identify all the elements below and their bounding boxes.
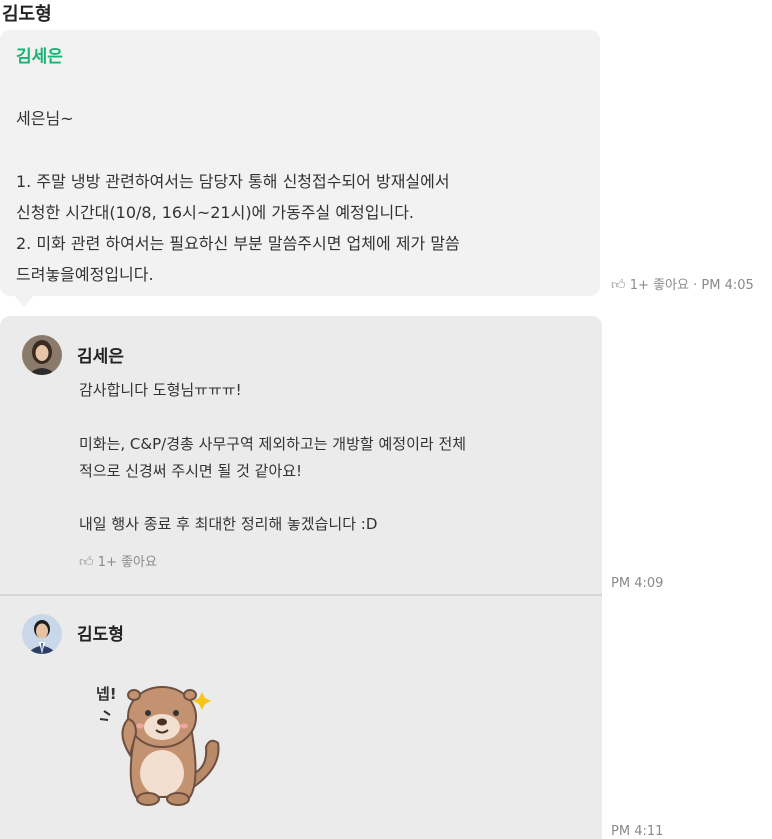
otter-sticker: 넵!	[90, 671, 230, 816]
message-line: 드려놓을예정입니다.	[16, 265, 154, 284]
reply-sender-name[interactable]: 김도형	[77, 620, 124, 645]
reply-line: 미화는, C&P/경총 사무구역 제외하고는 개방할 예정이라 전체	[79, 435, 467, 453]
sticker-text: 넵!	[96, 685, 117, 703]
message-line: 세은님~	[16, 109, 74, 128]
reply-thread: 김세은 감사합니다 도형님ㅠㅠㅠ! 미화는, C&P/경총 사무구역 제외하고는…	[0, 316, 602, 839]
message-bubble[interactable]: 김세은 세은님~ 1. 주말 냉방 관련하여서는 담당자 통해 신청접수되어 방…	[0, 30, 600, 296]
reply-reaction[interactable]: 👍︎ 1+ 좋아요	[79, 551, 157, 570]
reply-line: 내일 행사 종료 후 최대한 정리해 놓겠습니다 :D	[79, 515, 378, 533]
thumbs-up-icon[interactable]: 👍︎	[79, 554, 94, 570]
reply-line: 감사합니다 도형님ㅠㅠㅠ!	[79, 381, 242, 399]
avatar[interactable]	[22, 614, 62, 654]
bubble-tail	[14, 295, 34, 307]
reply-time: PM 4:09	[611, 576, 664, 591]
reply-time: PM 4:11	[611, 824, 664, 839]
message-time: PM 4:05	[701, 278, 754, 293]
meta-separator: ·	[693, 278, 698, 293]
like-count[interactable]: 1+ 좋아요	[630, 278, 689, 293]
message-line: 2. 미화 관련 하여서는 필요하신 부분 말씀주시면 업체에 제가 말씀	[16, 234, 460, 253]
message-meta: 👍︎ 1+ 좋아요 · PM 4:05	[611, 274, 754, 293]
message-line: 신청한 시간대(10/8, 16시~21시)에 가동주실 예정입니다.	[16, 203, 415, 222]
reply-divider	[0, 594, 602, 596]
avatar[interactable]	[22, 335, 62, 375]
like-count[interactable]: 1+ 좋아요	[98, 555, 157, 570]
message-sender-name: 김도형	[2, 4, 52, 25]
thumbs-up-icon[interactable]: 👍︎	[611, 277, 626, 293]
message-line: 1. 주말 냉방 관련하여서는 담당자 통해 신청접수되어 방재실에서	[16, 172, 450, 191]
reply-line: 적으로 신경써 주시면 될 것 같아요!	[79, 462, 303, 480]
quoted-sender-name[interactable]: 김세은	[16, 42, 63, 67]
reply-sender-name[interactable]: 김세은	[77, 342, 124, 367]
